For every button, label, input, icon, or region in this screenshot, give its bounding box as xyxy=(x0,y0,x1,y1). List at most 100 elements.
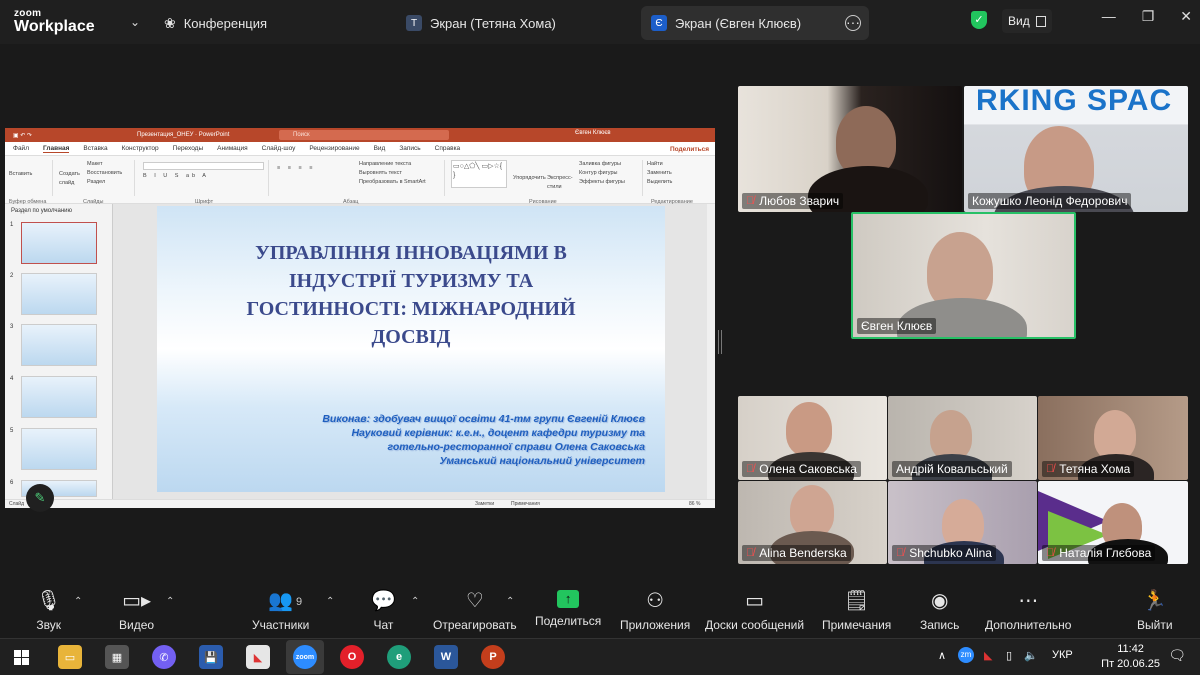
app-menu-chevron-icon[interactable]: ⌄ xyxy=(120,15,150,29)
ppt-menu-design[interactable]: Конструктор xyxy=(122,145,159,152)
video-tile[interactable]: 🎙̸ Alina Benderska xyxy=(738,481,887,564)
tray-chevron-icon[interactable]: ∧ xyxy=(938,649,946,662)
leave-button[interactable]: 🏃 Выйти xyxy=(1137,590,1173,632)
video-tile[interactable]: 🎙̸ Любов Зварич xyxy=(738,86,962,212)
video-options-caret-icon[interactable]: ⌃ xyxy=(166,596,174,607)
view-button[interactable]: Вид xyxy=(1002,9,1052,33)
slide-author-info: Виконав: здобувач вищої освіти 41-тм гру… xyxy=(265,412,645,468)
security-shield-icon[interactable]: ✓ xyxy=(971,11,987,29)
calculator-icon[interactable]: ▦ xyxy=(105,645,129,669)
ppt-share-button[interactable]: Поделиться xyxy=(670,146,709,153)
powerpoint-icon[interactable]: P xyxy=(481,645,505,669)
slide-thumb-4[interactable] xyxy=(21,376,97,418)
tray-language[interactable]: УКР xyxy=(1052,649,1073,661)
ppt-menu-record[interactable]: Запись xyxy=(399,145,420,152)
status-notes-button[interactable]: Заметки xyxy=(475,501,494,507)
video-tile[interactable]: Андрій Ковальський xyxy=(888,396,1037,480)
split-handle[interactable] xyxy=(718,330,722,354)
replace-button[interactable]: Заменить xyxy=(647,169,709,178)
annotate-pen-icon[interactable]: ✎ xyxy=(26,484,54,512)
ppt-menu-review[interactable]: Рецензирование xyxy=(309,145,359,152)
text-direction-button[interactable]: Направление текста xyxy=(359,160,426,169)
whiteboards-button[interactable]: ▭ Доски сообщений xyxy=(705,590,804,632)
save-app-icon[interactable]: 💾 xyxy=(199,645,223,669)
ppt-search-box[interactable]: Поиск xyxy=(279,130,449,140)
more-options-icon[interactable]: ··· xyxy=(845,15,861,31)
tray-zoom-icon[interactable]: zm xyxy=(958,647,974,663)
video-tile[interactable]: RKING SPAC Кожушко Леонід Федорович xyxy=(964,86,1188,212)
shape-fill-button[interactable]: Заливка фигуры xyxy=(579,160,625,169)
audio-options-caret-icon[interactable]: ⌃ xyxy=(74,596,82,607)
tray-battery-icon[interactable]: ▯ xyxy=(1006,649,1012,662)
quick-styles-button[interactable]: Экспресс-стили xyxy=(547,174,575,192)
file-explorer-icon[interactable]: ▭ xyxy=(58,645,82,669)
ppt-menu-home[interactable]: Главная xyxy=(42,145,70,153)
shapes-gallery[interactable]: ▭○△⬠╲ ▭▷☆{ } xyxy=(451,160,507,188)
video-tile[interactable]: 🎙̸ Shchubko Alina xyxy=(888,481,1037,564)
viber-icon[interactable]: ✆ xyxy=(152,645,176,669)
ppt-menu-file[interactable]: Файл xyxy=(13,145,29,152)
zoom-app-icon[interactable]: zoom xyxy=(293,645,317,669)
shape-outline-button[interactable]: Контур фигуры xyxy=(579,169,625,178)
notifications-icon[interactable]: 🗨 xyxy=(1168,647,1186,664)
smartart-button[interactable]: Преобразовать в SmartArt xyxy=(359,178,426,187)
ppt-menu-slideshow[interactable]: Слайд-шоу xyxy=(262,145,296,152)
share-screen-button[interactable]: ↑ Поделиться xyxy=(535,590,601,628)
vertical-scrollbar[interactable] xyxy=(707,204,715,499)
minimize-icon[interactable]: — xyxy=(1102,8,1116,25)
close-icon[interactable]: ✕ xyxy=(1180,8,1192,25)
slide-thumb-2[interactable] xyxy=(21,273,97,315)
audio-button[interactable]: 🎙 Звук xyxy=(36,590,61,632)
tray-volume-icon[interactable]: 🔈 xyxy=(1024,649,1038,662)
record-button[interactable]: ◉ Запись xyxy=(920,590,959,632)
new-slide-button[interactable]: Создать слайд xyxy=(59,170,85,188)
chat-options-caret-icon[interactable]: ⌃ xyxy=(411,596,419,607)
ppt-menu-insert[interactable]: Вставка xyxy=(83,145,107,152)
notes-button[interactable]: 🗒 Примечания xyxy=(822,590,891,632)
layout-button[interactable]: Макет xyxy=(87,160,122,169)
participants-options-caret-icon[interactable]: ⌃ xyxy=(326,596,334,607)
video-tile-active-speaker[interactable]: Євген Клюєв xyxy=(851,212,1076,339)
arrange-button[interactable]: Упорядочить xyxy=(513,174,546,183)
shape-effects-button[interactable]: Эффекты фигуры xyxy=(579,178,625,187)
status-comments-button[interactable]: Примечания xyxy=(511,501,540,507)
tab-screen-tetiana[interactable]: Т Экран (Тетяна Хома) xyxy=(396,6,566,40)
slide-thumb-5[interactable] xyxy=(21,428,97,470)
find-button[interactable]: Найти xyxy=(647,160,709,169)
ppt-menu-view[interactable]: Вид xyxy=(374,145,386,152)
tab-conference[interactable]: ❀ Конференция xyxy=(154,6,277,40)
maximize-icon[interactable]: ❐ xyxy=(1142,8,1155,25)
section-button[interactable]: Раздел xyxy=(87,178,122,187)
ppt-menu-animations[interactable]: Анимация xyxy=(217,145,248,152)
tab-screen-yevhen[interactable]: Є Экран (Євген Клюєв) ··· xyxy=(641,6,869,40)
align-text-button[interactable]: Выровнять текст xyxy=(359,169,426,178)
foxit-pdf-icon[interactable]: ◣ xyxy=(246,645,270,669)
select-button[interactable]: Выделить xyxy=(647,178,709,187)
ppt-menu-help[interactable]: Справка xyxy=(435,145,461,152)
shared-screen[interactable]: ▣ ↶ ↷ Презентация_ОНЕУ · PowerPoint Поис… xyxy=(5,128,715,508)
video-tile[interactable]: 🎙̸ Наталія Глєбова xyxy=(1038,481,1188,564)
apps-button[interactable]: ⚇ Приложения xyxy=(620,590,690,632)
windows-start-icon[interactable] xyxy=(14,650,29,665)
font-format-buttons[interactable]: B I U S ab A xyxy=(139,172,268,181)
edge-icon[interactable]: e xyxy=(387,645,411,669)
current-slide[interactable]: УПРАВЛІННЯ ІННОВАЦІЯМИ В ІНДУСТРІЇ ТУРИЗ… xyxy=(157,206,665,492)
ppt-menu-transitions[interactable]: Переходы xyxy=(173,145,204,152)
taskbar-clock[interactable]: 11:42 Пт 20.06.25 xyxy=(1101,642,1160,672)
opera-icon[interactable]: O xyxy=(340,645,364,669)
react-button[interactable]: ♡ Отреагировать xyxy=(433,590,517,632)
tray-foxit-icon[interactable]: ◣ xyxy=(984,649,992,662)
video-button[interactable]: ▭▸ Видео xyxy=(119,590,154,632)
chat-button[interactable]: 💬 Чат xyxy=(371,590,396,632)
video-tile[interactable]: 🎙̸ Тетяна Хома xyxy=(1038,396,1188,480)
more-button[interactable]: ⋯ Дополнительно xyxy=(985,590,1071,632)
slide-thumb-1[interactable] xyxy=(21,222,97,264)
reset-button[interactable]: Восстановить xyxy=(87,169,122,178)
status-zoom[interactable]: 86 % xyxy=(689,501,700,507)
paste-button[interactable]: Вставить xyxy=(9,160,52,179)
video-tile[interactable]: 🎙̸ Олена Саковська xyxy=(738,396,887,480)
slide-thumb-3[interactable] xyxy=(21,324,97,366)
word-icon[interactable]: W xyxy=(434,645,458,669)
react-options-caret-icon[interactable]: ⌃ xyxy=(506,596,514,607)
font-name-box[interactable] xyxy=(143,162,264,170)
